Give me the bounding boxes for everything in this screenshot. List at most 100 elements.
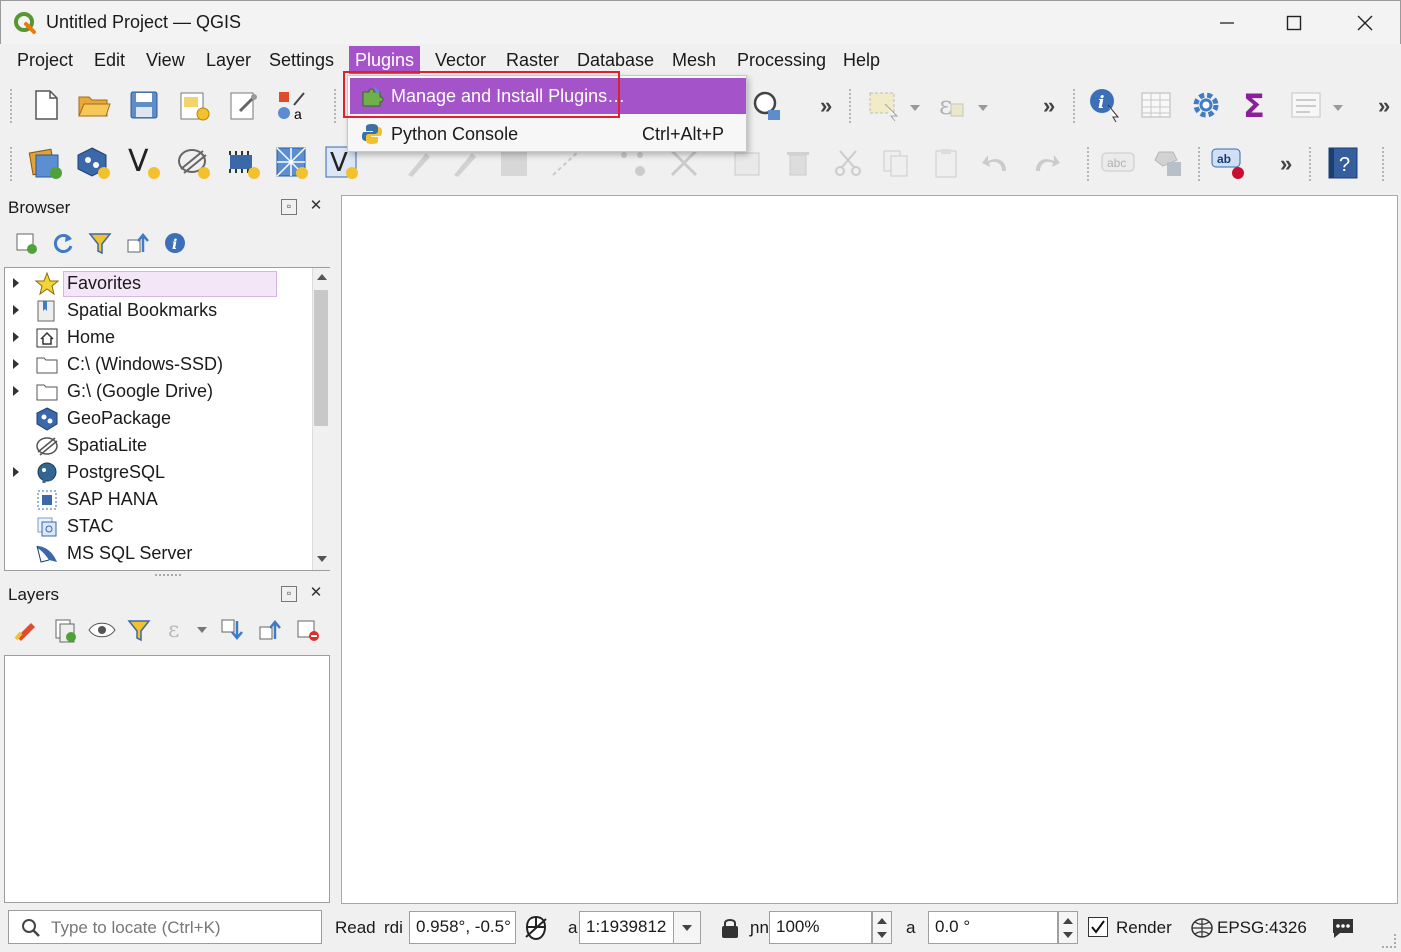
attribute-table-icon[interactable] (1138, 87, 1174, 123)
scroll-up-arrow-icon[interactable] (317, 274, 327, 280)
toolbar-grip[interactable] (1087, 147, 1091, 181)
rotation-field[interactable]: 0.0 ° (928, 911, 1058, 944)
tree-item-favorites[interactable]: Favorites (5, 270, 309, 297)
statistics-sum-icon[interactable]: Σ (1238, 87, 1274, 123)
select-by-expression-icon[interactable]: ɛ (932, 87, 968, 123)
minimize-button[interactable] (1197, 7, 1257, 39)
layers-tree[interactable] (4, 655, 330, 903)
expand-arrow-icon[interactable] (13, 359, 19, 369)
label-tool-icon[interactable]: abc (1100, 145, 1136, 181)
menu-help[interactable]: Help (837, 46, 886, 74)
spin-up-icon[interactable] (877, 918, 887, 924)
map-canvas[interactable] (341, 195, 1398, 904)
magnifier-field[interactable]: 100% (769, 911, 872, 944)
toolbar-grip[interactable] (1073, 89, 1077, 123)
close-panel-button[interactable]: ✕ (308, 585, 324, 602)
expand-arrow-icon[interactable] (13, 332, 19, 342)
toolbar-overflow-button[interactable]: » (1378, 93, 1390, 119)
tree-item-c-drive[interactable]: C:\ (Windows-SSD) (5, 351, 309, 378)
float-panel-button[interactable]: ▫ (281, 199, 297, 215)
undo-icon[interactable] (978, 145, 1014, 181)
menu-vector[interactable]: Vector (429, 46, 492, 74)
new-project-icon[interactable] (28, 87, 64, 123)
tree-item-ms-sql-server[interactable]: MS SQL Server (5, 540, 309, 567)
menu-plugins[interactable]: Plugins (349, 46, 421, 74)
mouse-extents-toggle-icon[interactable] (524, 915, 548, 946)
maximize-button[interactable] (1264, 7, 1324, 39)
expand-arrow-icon[interactable] (13, 386, 19, 396)
tree-item-postgresql[interactable]: PostgreSQL (5, 459, 309, 486)
chevron-down-icon[interactable] (978, 105, 988, 111)
float-panel-button[interactable]: ▫ (281, 586, 297, 602)
menu-processing[interactable]: Processing (731, 46, 832, 74)
tree-item-stac[interactable]: STAC (5, 513, 309, 540)
menu-project[interactable]: Project (11, 46, 79, 74)
layout-manager-icon[interactable] (226, 87, 262, 123)
filter-icon[interactable] (82, 225, 118, 261)
paste-features-icon[interactable] (928, 145, 964, 181)
zoom-to-layer-icon[interactable] (747, 87, 783, 123)
resize-grip[interactable] (1382, 934, 1396, 948)
scrollbar-thumb[interactable] (314, 290, 328, 426)
menu-edit[interactable]: Edit (88, 46, 131, 74)
render-checkbox[interactable] (1088, 917, 1108, 937)
toolbar-grip[interactable] (1382, 147, 1386, 181)
redo-icon[interactable] (1028, 145, 1064, 181)
new-print-layout-icon[interactable] (176, 87, 212, 123)
settings-gear-icon[interactable] (1188, 87, 1224, 123)
toolbar-grip[interactable] (10, 89, 14, 123)
open-layer-styling-icon[interactable] (8, 612, 44, 648)
menu-view[interactable]: View (140, 46, 191, 74)
filter-by-expression-icon[interactable]: ɛ (160, 612, 196, 648)
chevron-down-icon[interactable] (1333, 105, 1343, 111)
open-project-icon[interactable] (76, 87, 112, 123)
diagram-tool-icon[interactable] (1150, 145, 1186, 181)
scale-dropdown-button[interactable] (673, 911, 701, 944)
toolbar-grip[interactable] (1198, 147, 1202, 181)
collapse-all-layers-icon[interactable] (252, 612, 288, 648)
expand-arrow-icon[interactable] (13, 278, 19, 288)
menu-raster[interactable]: Raster (500, 46, 565, 74)
new-virtual-layer-icon[interactable] (226, 145, 262, 181)
refresh-icon[interactable] (45, 225, 81, 261)
new-shapefile-layer-icon[interactable]: V (126, 145, 162, 181)
browser-tree[interactable]: Favorites Spatial Bookmarks Home C:\ (Wi… (4, 267, 330, 571)
add-selected-layers-icon[interactable] (8, 225, 44, 261)
coordinate-field[interactable]: 0.958°, -0.5° (409, 911, 516, 944)
toolbar-grip[interactable] (10, 147, 14, 181)
manage-map-themes-icon[interactable] (84, 612, 120, 648)
panel-splitter[interactable] (155, 574, 181, 576)
info-icon[interactable]: i (157, 225, 193, 261)
magnifier-spinner[interactable] (872, 911, 892, 944)
browser-scrollbar[interactable] (312, 268, 330, 570)
chevron-down-icon[interactable] (197, 627, 207, 633)
select-features-icon[interactable] (866, 87, 902, 123)
close-panel-button[interactable]: ✕ (308, 198, 324, 215)
delete-selected-icon[interactable] (780, 145, 816, 181)
expand-arrow-icon[interactable] (13, 305, 19, 315)
tree-item-spatial-bookmarks[interactable]: Spatial Bookmarks (5, 297, 309, 324)
locator-search-input[interactable]: Type to locate (Ctrl+K) (8, 910, 322, 944)
new-mesh-layer-icon[interactable] (274, 145, 310, 181)
lock-scale-icon[interactable] (719, 916, 741, 945)
add-group-icon[interactable] (46, 612, 82, 648)
toolbar-grip[interactable] (334, 89, 338, 123)
tree-item-g-drive[interactable]: G:\ (Google Drive) (5, 378, 309, 405)
toolbar-overflow-button[interactable]: » (1280, 151, 1292, 177)
menu-database[interactable]: Database (571, 46, 660, 74)
crs-globe-icon[interactable] (1190, 917, 1214, 944)
scale-field[interactable]: 1:1939812 (579, 911, 674, 944)
tree-item-geopackage[interactable]: GeoPackage (5, 405, 309, 432)
tree-item-home[interactable]: Home (5, 324, 309, 351)
style-manager-icon[interactable]: a (274, 87, 310, 123)
menu-mesh[interactable]: Mesh (666, 46, 722, 74)
cut-features-icon[interactable] (830, 145, 866, 181)
label-highlight-icon[interactable]: ab (1210, 145, 1246, 181)
toolbar-overflow-button[interactable]: » (1043, 93, 1055, 119)
data-source-manager-icon[interactable] (28, 145, 64, 181)
tree-item-sap-hana[interactable]: SAP HANA (5, 486, 309, 513)
spin-up-icon[interactable] (1063, 918, 1073, 924)
menu-item-python-console[interactable]: Python Console Ctrl+Alt+P (350, 116, 746, 150)
map-tips-icon[interactable] (1288, 87, 1324, 123)
expand-all-icon[interactable] (214, 612, 250, 648)
